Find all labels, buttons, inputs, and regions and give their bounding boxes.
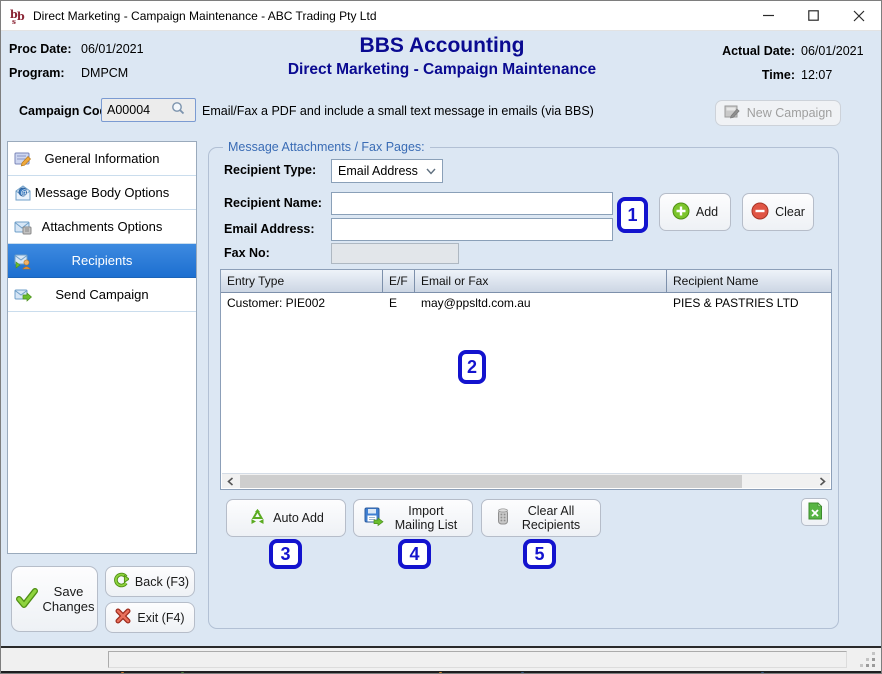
cell-recipient-name: PIES & PASTRIES LTD: [667, 293, 831, 313]
save-changes-label: Save Changes: [43, 584, 95, 614]
table-row[interactable]: Customer: PIE002 E may@ppsltd.com.au PIE…: [221, 293, 831, 313]
recipient-type-value: Email Address: [338, 164, 418, 178]
cell-ef: E: [383, 293, 415, 313]
import-mailing-list-button[interactable]: Import Mailing List: [353, 499, 473, 537]
import-disk-icon: [364, 507, 384, 530]
bbs-logo-icon: b b s: [9, 7, 29, 25]
sidebar-item-label: Attachments Options: [8, 219, 196, 234]
title-bar: b b s Direct Marketing - Campaign Mainte…: [1, 1, 881, 31]
clear-all-recipients-label: Clear All Recipients: [516, 504, 586, 532]
col-recipient-name: Recipient Name: [667, 270, 831, 292]
form-pencil-icon: [14, 150, 32, 168]
clear-all-recipients-button[interactable]: Clear All Recipients: [481, 499, 601, 537]
recipient-type-select[interactable]: Email Address: [331, 159, 443, 183]
clear-button[interactable]: Clear: [742, 193, 814, 231]
minimize-button[interactable]: [746, 1, 791, 30]
recipients-table: Entry Type E/F Email or Fax Recipient Na…: [220, 269, 832, 490]
email-address-label: Email Address:: [224, 222, 315, 236]
checkmark-icon: [15, 586, 39, 613]
search-icon[interactable]: [170, 100, 186, 121]
annotation-1: 1: [617, 197, 648, 233]
recycle-icon: [248, 508, 267, 529]
import-mailing-list-label: Import Mailing List: [390, 504, 462, 532]
auto-add-label: Auto Add: [273, 511, 324, 525]
sidebar-item-send-campaign[interactable]: Send Campaign: [8, 278, 196, 312]
add-button[interactable]: Add: [659, 193, 731, 231]
resize-grip[interactable]: [857, 651, 877, 669]
fax-no-label: Fax No:: [224, 246, 270, 260]
actual-date-label: Actual Date:: [722, 39, 795, 63]
campaign-code-field[interactable]: [101, 98, 196, 122]
scroll-right-icon[interactable]: [814, 474, 830, 489]
excel-icon: [807, 502, 823, 523]
recipient-name-label: Recipient Name:: [224, 196, 322, 210]
campaign-description: Email/Fax a PDF and include a small text…: [202, 104, 594, 118]
sidebar-item-general-information[interactable]: General Information: [8, 142, 196, 176]
export-excel-button[interactable]: [801, 498, 829, 526]
header-right: Actual Date:06/01/2021 Time:12:07: [722, 39, 871, 87]
scrollbar-thumb[interactable]: [240, 475, 742, 488]
time-value: 12:07: [801, 63, 871, 87]
red-x-icon: [115, 608, 131, 627]
sidebar-item-label: Message Body Options: [8, 185, 196, 200]
cell-email-or-fax: may@ppsltd.com.au: [415, 293, 667, 313]
maximize-button[interactable]: [791, 1, 836, 30]
svg-text:b: b: [17, 10, 25, 23]
plus-circle-icon: [672, 202, 690, 223]
cell-entry-type: Customer: PIE002: [221, 293, 383, 313]
col-email-or-fax: Email or Fax: [415, 270, 667, 292]
new-campaign-button[interactable]: New Campaign: [715, 100, 841, 126]
email-address-input[interactable]: [331, 218, 613, 241]
exit-button[interactable]: Exit (F4): [105, 602, 195, 633]
sidebar-item-label: Recipients: [8, 253, 196, 268]
envelope-attachment-icon: [14, 218, 32, 236]
time-label: Time:: [762, 63, 795, 87]
new-campaign-icon: [724, 104, 741, 122]
recipient-type-label: Recipient Type:: [224, 163, 316, 177]
svg-text:s: s: [12, 17, 16, 25]
annotation-2: 2: [458, 350, 486, 384]
annotation-5: 5: [523, 539, 556, 569]
close-button[interactable]: [836, 1, 881, 30]
fax-no-input: [331, 243, 459, 264]
save-changes-button[interactable]: Save Changes: [11, 566, 98, 632]
annotation-4: 4: [398, 539, 431, 569]
back-button[interactable]: Back (F3): [105, 566, 195, 597]
campaign-code-input[interactable]: [102, 103, 170, 117]
annotation-3: 3: [269, 539, 302, 569]
envelope-person-icon: [14, 252, 32, 270]
back-label: Back (F3): [135, 575, 189, 589]
auto-add-button[interactable]: Auto Add: [226, 499, 346, 537]
recipient-name-input[interactable]: [331, 192, 613, 215]
back-arrow-icon: [111, 572, 129, 591]
panel-legend: Message Attachments / Fax Pages:: [223, 140, 430, 154]
app-window: b b s Direct Marketing - Campaign Mainte…: [0, 0, 882, 674]
sidebar-item-message-body-options[interactable]: @ Message Body Options: [8, 176, 196, 210]
actual-date-value: 06/01/2021: [801, 39, 871, 63]
add-label: Add: [696, 205, 718, 219]
new-campaign-label: New Campaign: [747, 106, 832, 120]
scroll-left-icon[interactable]: [222, 474, 238, 489]
svg-text:@: @: [21, 187, 29, 196]
open-envelope-icon: @: [14, 184, 32, 202]
sidebar-item-attachments-options[interactable]: Attachments Options: [8, 210, 196, 244]
eraser-icon: [496, 507, 510, 530]
chevron-down-icon: [426, 164, 436, 178]
sidebar-nav: General Information @ Message Body Optio…: [7, 141, 197, 554]
col-ef: E/F: [383, 270, 415, 292]
send-envelope-icon: [14, 286, 32, 304]
horizontal-scrollbar[interactable]: [222, 473, 830, 488]
status-message-box: [108, 651, 847, 668]
exit-label: Exit (F4): [137, 611, 184, 625]
clear-label: Clear: [775, 205, 805, 219]
table-header: Entry Type E/F Email or Fax Recipient Na…: [221, 270, 831, 293]
sidebar-item-label: General Information: [8, 151, 196, 166]
minus-circle-icon: [751, 202, 769, 223]
sidebar-item-recipients[interactable]: Recipients: [8, 244, 196, 278]
window-title: Direct Marketing - Campaign Maintenance …: [33, 9, 377, 23]
sidebar-item-label: Send Campaign: [8, 287, 196, 302]
col-entry-type: Entry Type: [221, 270, 383, 292]
